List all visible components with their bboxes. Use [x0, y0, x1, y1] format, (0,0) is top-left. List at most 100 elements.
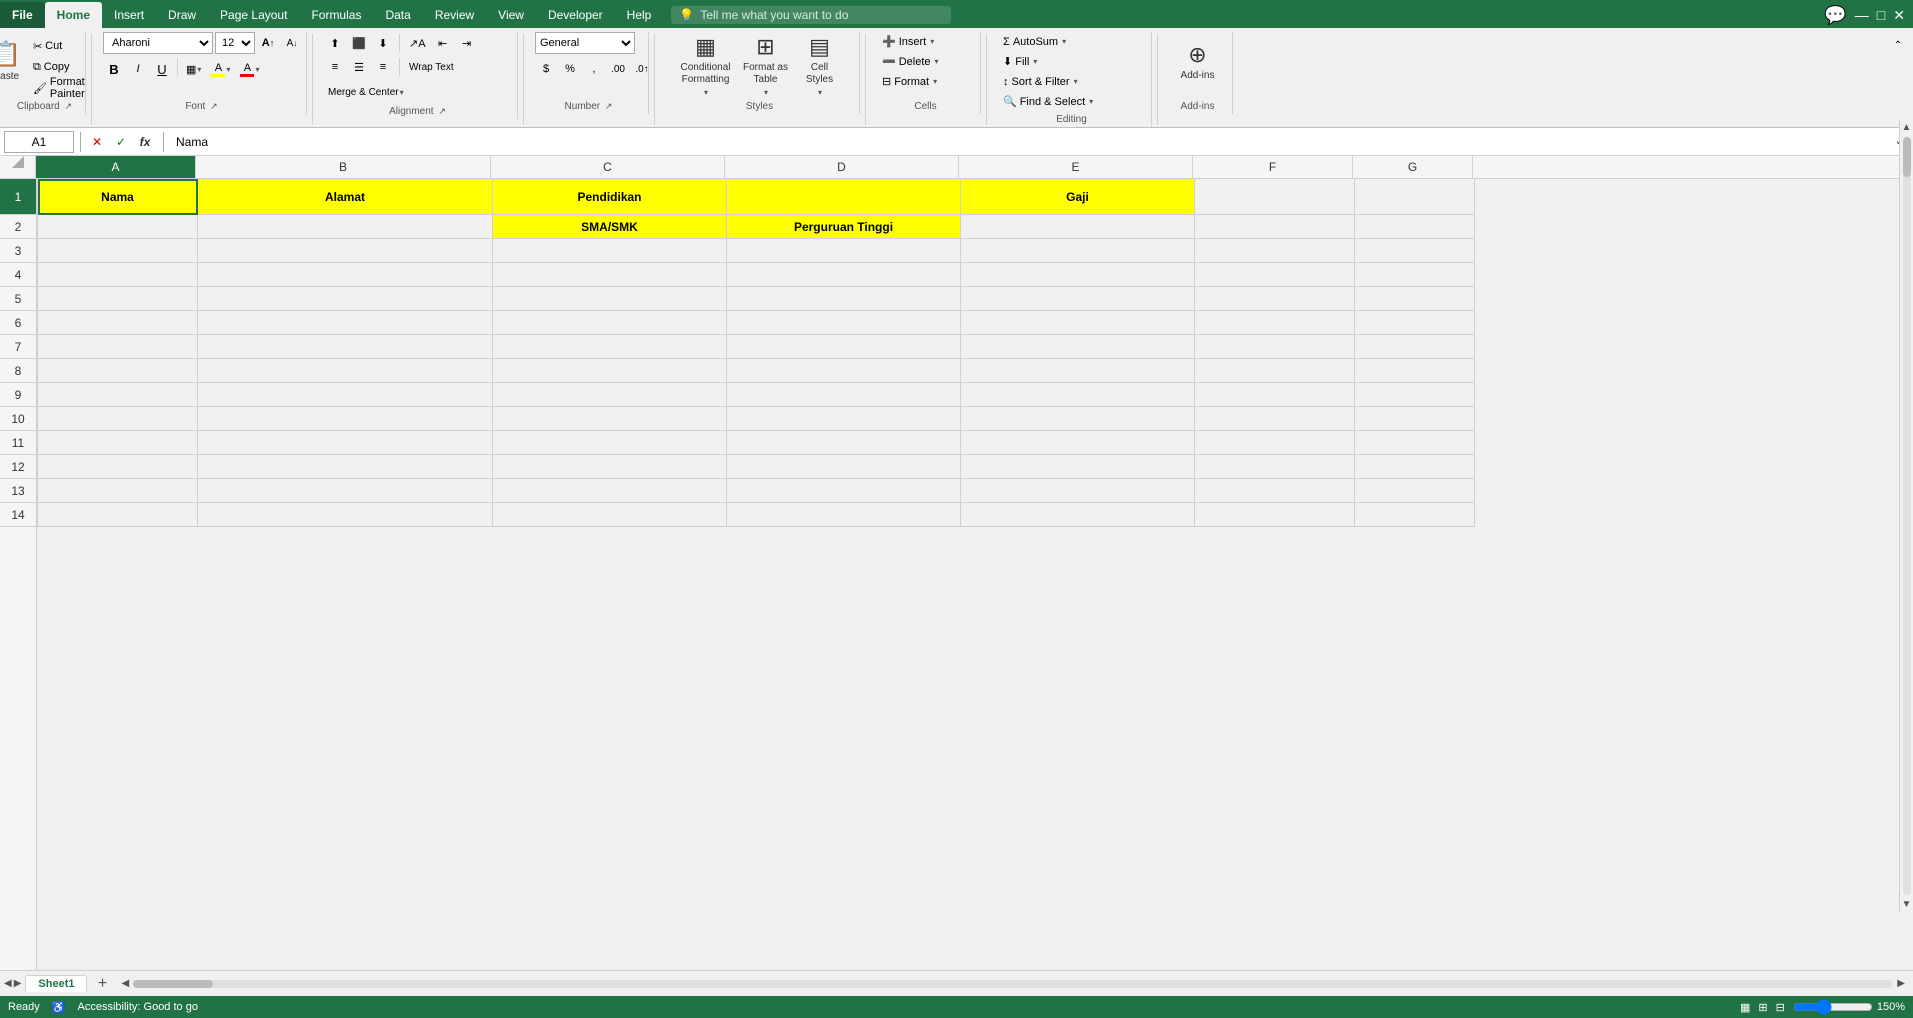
cell-B14[interactable] — [198, 503, 493, 527]
cell-C10[interactable] — [493, 407, 727, 431]
cell-C1[interactable]: Pendidikan — [493, 179, 727, 215]
cell-A2[interactable] — [38, 215, 198, 239]
underline-button[interactable]: U — [151, 58, 173, 80]
cell-D11[interactable] — [727, 431, 961, 455]
tab-view[interactable]: View — [486, 2, 536, 28]
tab-formulas[interactable]: Formulas — [299, 2, 373, 28]
cell-D13[interactable] — [727, 479, 961, 503]
delete-button[interactable]: ➖ Delete ▾ — [877, 52, 944, 71]
cell-F7[interactable] — [1195, 335, 1355, 359]
select-all-button[interactable] — [0, 156, 36, 178]
cell-D2[interactable]: Perguruan Tinggi — [727, 215, 961, 239]
increase-decimal-button[interactable]: .0↑ — [631, 58, 653, 80]
add-sheet-button[interactable]: + — [91, 974, 113, 994]
wrap-text-button[interactable]: Wrap Text — [405, 56, 458, 78]
h-scroll-track[interactable] — [133, 980, 1893, 988]
cell-F9[interactable] — [1195, 383, 1355, 407]
align-middle-button[interactable]: ⬛ — [348, 32, 370, 54]
row-header-12[interactable]: 12 — [0, 455, 36, 479]
insert-button[interactable]: ➕ Insert ▾ — [877, 32, 939, 51]
row-header-10[interactable]: 10 — [0, 407, 36, 431]
formula-input[interactable] — [172, 131, 1885, 153]
cell-F14[interactable] — [1195, 503, 1355, 527]
row-header-7[interactable]: 7 — [0, 335, 36, 359]
copy-button[interactable]: ⧉ Copy — [28, 58, 102, 77]
comma-button[interactable]: , — [583, 58, 605, 80]
cell-F5[interactable] — [1195, 287, 1355, 311]
comment-icon[interactable]: 💬 — [1824, 5, 1846, 26]
col-header-f[interactable]: F — [1193, 156, 1353, 178]
row-header-6[interactable]: 6 — [0, 311, 36, 335]
clipboard-expand-icon[interactable]: ↗ — [65, 101, 73, 111]
cut-button[interactable]: ✂ Cut — [28, 37, 102, 56]
cell-E10[interactable] — [961, 407, 1195, 431]
cell-B7[interactable] — [198, 335, 493, 359]
find-select-button[interactable]: 🔍 Find & Select ▾ — [998, 92, 1098, 111]
tab-review[interactable]: Review — [423, 2, 486, 28]
search-box[interactable]: 💡 Tell me what you want to do — [671, 6, 951, 24]
cell-F1[interactable] — [1195, 179, 1355, 215]
collapse-ribbon-button[interactable]: ⌃ — [1887, 34, 1909, 56]
cell-B13[interactable] — [198, 479, 493, 503]
currency-button[interactable]: $ — [535, 58, 557, 80]
cell-E6[interactable] — [961, 311, 1195, 335]
col-header-b[interactable]: B — [196, 156, 491, 178]
align-top-button[interactable]: ⬆ — [324, 32, 346, 54]
horizontal-scroll[interactable]: ◀ ▶ — [113, 978, 1913, 989]
cell-E13[interactable] — [961, 479, 1195, 503]
cell-B6[interactable] — [198, 311, 493, 335]
tab-help[interactable]: Help — [615, 2, 664, 28]
add-ins-button[interactable]: ⊕ Add-ins — [1172, 32, 1224, 90]
cancel-formula-button[interactable]: ✕ — [87, 132, 107, 152]
orientation-button[interactable]: ↗A — [405, 32, 430, 54]
scroll-sheets-right-icon[interactable]: ▶ — [14, 978, 22, 989]
cell-B12[interactable] — [198, 455, 493, 479]
scroll-up-icon[interactable]: ▲ — [1900, 120, 1913, 135]
cell-G1[interactable] — [1355, 179, 1475, 215]
cell-G6[interactable] — [1355, 311, 1475, 335]
decrease-font-button[interactable]: A↓ — [281, 32, 303, 54]
col-header-c[interactable]: C — [491, 156, 725, 178]
cell-A12[interactable] — [38, 455, 198, 479]
cell-D14[interactable] — [727, 503, 961, 527]
scroll-sheets-left-icon[interactable]: ◀ — [4, 978, 12, 989]
cell-G12[interactable] — [1355, 455, 1475, 479]
scroll-left-icon[interactable]: ◀ — [121, 978, 129, 989]
cell-E11[interactable] — [961, 431, 1195, 455]
align-left-button[interactable]: ≡ — [324, 56, 346, 78]
bold-button[interactable]: B — [103, 58, 125, 80]
tab-data[interactable]: Data — [373, 2, 422, 28]
tab-insert[interactable]: Insert — [102, 2, 156, 28]
row-header-13[interactable]: 13 — [0, 479, 36, 503]
indent-left-button[interactable]: ⇤ — [432, 32, 454, 54]
cell-G4[interactable] — [1355, 263, 1475, 287]
cell-F12[interactable] — [1195, 455, 1355, 479]
cell-A5[interactable] — [38, 287, 198, 311]
h-scroll-thumb[interactable] — [133, 980, 213, 988]
cell-D6[interactable] — [727, 311, 961, 335]
cell-E2[interactable] — [961, 215, 1195, 239]
scroll-down-icon[interactable]: ▼ — [1900, 897, 1913, 912]
cell-C6[interactable] — [493, 311, 727, 335]
conditional-formatting-button[interactable]: ▦ Conditional Formatting ▾ — [678, 36, 734, 94]
zoom-slider[interactable] — [1793, 999, 1873, 1015]
cell-A11[interactable] — [38, 431, 198, 455]
cell-A1[interactable]: Nama — [38, 179, 198, 215]
cell-G14[interactable] — [1355, 503, 1475, 527]
cell-E8[interactable] — [961, 359, 1195, 383]
borders-button[interactable]: ▦ ▾ — [182, 58, 205, 80]
cell-D9[interactable] — [727, 383, 961, 407]
cell-D5[interactable] — [727, 287, 961, 311]
cell-G3[interactable] — [1355, 239, 1475, 263]
function-button[interactable]: fx — [135, 132, 155, 152]
cell-reference-box[interactable] — [4, 131, 74, 153]
tab-draw[interactable]: Draw — [156, 2, 208, 28]
cell-F2[interactable] — [1195, 215, 1355, 239]
cell-D12[interactable] — [727, 455, 961, 479]
cell-F8[interactable] — [1195, 359, 1355, 383]
cell-A7[interactable] — [38, 335, 198, 359]
format-painter-button[interactable]: 🖌 Format Painter — [28, 79, 102, 98]
autosum-button[interactable]: Σ AutoSum ▾ — [998, 32, 1071, 51]
cell-A4[interactable] — [38, 263, 198, 287]
align-right-button[interactable]: ≡ — [372, 56, 394, 78]
